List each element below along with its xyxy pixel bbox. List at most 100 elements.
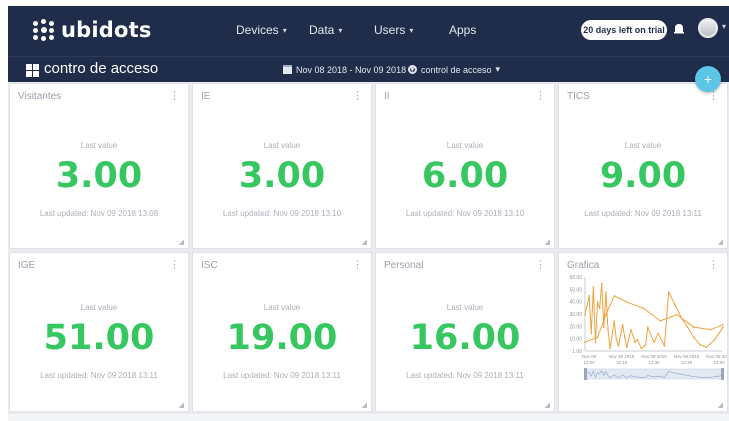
dashboard-grid-icon[interactable] (26, 64, 39, 77)
dashboard-selector[interactable]: control de acceso ▾ (408, 64, 500, 75)
dashboard-title[interactable]: contro de acceso (44, 60, 158, 77)
widget-tics[interactable]: TICS ⋮ Last value 9.00 Last updated: Nov… (558, 83, 728, 249)
trial-badge[interactable]: 20 days left on trial (581, 20, 667, 40)
data-point (605, 291, 607, 293)
navigator-right-handle[interactable] (721, 368, 724, 380)
x-tick-time: 12:30 (648, 360, 660, 365)
data-point (653, 341, 655, 344)
nav-users[interactable]: Users ▾ (374, 23, 413, 37)
date-range-label: Nov 08 2018 - Nov 09 2018 (296, 64, 407, 75)
resize-handle-icon[interactable]: ◢ (718, 401, 723, 409)
kebab-menu-icon[interactable]: ⋮ (708, 258, 719, 271)
data-point (590, 332, 593, 335)
data-point (626, 301, 628, 303)
resize-handle-icon[interactable]: ◢ (362, 238, 367, 246)
widget-value: 51.00 (43, 318, 155, 358)
widget-value: 16.00 (409, 318, 521, 358)
data-point (692, 336, 695, 339)
data-point (594, 341, 597, 344)
y-tick-label: 10.00 (569, 337, 582, 343)
resize-handle-icon[interactable]: ◢ (545, 401, 550, 409)
widget-title: Grafica (567, 260, 600, 271)
data-point (636, 338, 639, 341)
x-tick-time: 13:00 (713, 360, 725, 365)
x-tick-date: Nov 09 (582, 354, 597, 359)
data-point (592, 286, 595, 288)
chevron-down-icon: ▾ (409, 25, 414, 35)
dashboard-selector-label: control de acceso (421, 64, 492, 75)
data-point (600, 282, 603, 285)
date-range-picker[interactable]: Nov 08 2018 - Nov 09 2018 ▾ (283, 64, 415, 75)
data-point (634, 341, 636, 344)
chevron-down-icon[interactable]: ▾ (722, 22, 726, 31)
data-point (709, 328, 712, 331)
widget-updated: Last updated: Nov 09 2018 13:10 (405, 209, 525, 218)
widget-grafica[interactable]: Grafica ⋮ 60.00 50.00 40.00 30.00 20.00 10.00… (558, 252, 728, 412)
data-point (676, 313, 678, 316)
chevron-down-icon: ▾ (338, 25, 343, 35)
widget-ii[interactable]: II ⋮ Last value 6.00 Last updated: Nov 0… (375, 83, 555, 249)
data-point (626, 346, 628, 349)
widget-subtitle: Last value (263, 141, 301, 150)
ubidots-logo[interactable]: ubidots (33, 18, 152, 42)
add-widget-button[interactable]: + (695, 66, 721, 92)
x-tick-date: Nov 09 2018 (609, 354, 635, 359)
data-point (584, 313, 586, 316)
bell-icon[interactable] (673, 23, 685, 35)
chevron-down-icon: ▾ (282, 25, 287, 35)
widget-title: IE (201, 91, 211, 102)
widget-visitantes[interactable]: Visitantes ⋮ Last value 3.00 Last update… (9, 83, 189, 249)
kebab-menu-icon[interactable]: ⋮ (535, 89, 546, 102)
dashboard-header: contro de acceso Nov 08 2018 - Nov 09 20… (8, 56, 729, 83)
data-point (609, 347, 611, 350)
nav-users-label: Users (374, 23, 406, 37)
top-navbar: ubidots Devices ▾ Data ▾ Users ▾ Apps 20 da… (8, 6, 729, 56)
data-point (659, 320, 662, 322)
widget-updated: Last updated: Nov 09 2018 13:08 (39, 209, 159, 218)
widget-ige[interactable]: IGE ⋮ Last value 51.00 Last updated: Nov… (9, 252, 189, 412)
resize-handle-icon[interactable]: ◢ (545, 238, 550, 246)
avatar[interactable] (698, 18, 718, 38)
nav-apps-label: Apps (449, 23, 477, 37)
resize-handle-icon[interactable]: ◢ (179, 238, 184, 246)
widget-value: 3.00 (55, 156, 143, 196)
resize-handle-icon[interactable]: ◢ (362, 401, 367, 409)
line-chart[interactable]: 60.0050.0040.0030.0020.0010.001.00Nov 09… (559, 271, 727, 411)
kebab-menu-icon[interactable]: ⋮ (169, 258, 180, 271)
widget-subtitle: Last value (263, 303, 301, 312)
widget-isc[interactable]: ISC ⋮ Last value 19.00 Last updated: Nov… (192, 252, 372, 412)
kebab-menu-icon[interactable]: ⋮ (352, 89, 363, 102)
widget-personal[interactable]: Personal ⋮ Last value 16.00 Last updated… (375, 252, 555, 412)
nav-apps[interactable]: Apps (449, 23, 476, 37)
widget-value: 6.00 (421, 156, 509, 196)
resize-handle-icon[interactable]: ◢ (718, 238, 723, 246)
y-tick-label: 1.00 (572, 349, 582, 355)
x-tick-time: 12:15 (616, 360, 628, 365)
navigator-left-handle[interactable] (584, 368, 587, 380)
brand-name: ubidots (61, 18, 152, 42)
data-point (596, 336, 599, 339)
kebab-menu-icon[interactable]: ⋮ (169, 89, 180, 102)
kebab-menu-icon[interactable]: ⋮ (535, 258, 546, 271)
widget-subtitle: Last value (446, 303, 484, 312)
data-point (644, 343, 647, 346)
widget-subtitle: Last value (624, 141, 662, 150)
calendar-icon (283, 65, 292, 74)
gear-icon (408, 65, 417, 74)
data-point (642, 307, 645, 310)
kebab-menu-icon[interactable]: ⋮ (352, 258, 363, 271)
data-point (584, 341, 586, 344)
data-point (692, 326, 695, 328)
data-point (613, 295, 616, 297)
widget-ie[interactable]: IE ⋮ Last value 3.00 Last updated: Nov 0… (192, 83, 372, 249)
widget-value: 3.00 (238, 156, 326, 196)
logo-icon (33, 19, 55, 41)
data-point (596, 301, 599, 303)
widget-updated: Last updated: Nov 09 2018 13:11 (584, 209, 702, 218)
resize-handle-icon[interactable]: ◢ (179, 401, 184, 409)
data-point (674, 303, 676, 306)
data-point (603, 326, 605, 328)
nav-data[interactable]: Data ▾ (309, 23, 342, 37)
data-point (699, 343, 701, 346)
nav-devices[interactable]: Devices ▾ (236, 23, 287, 37)
